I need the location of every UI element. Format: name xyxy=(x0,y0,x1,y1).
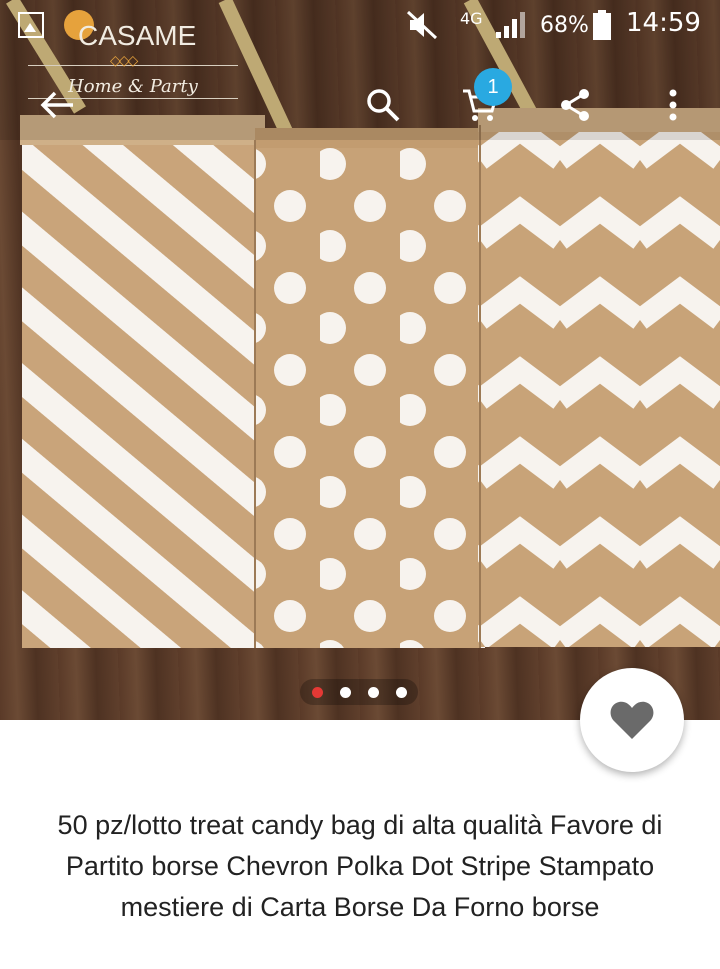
search-icon xyxy=(367,89,400,122)
pager-dot[interactable] xyxy=(312,687,323,698)
battery-percent: 68% xyxy=(540,13,589,38)
cart-count-badge: 1 xyxy=(474,68,512,106)
search-button[interactable] xyxy=(358,80,408,130)
heart-icon xyxy=(610,701,654,739)
share-button[interactable] xyxy=(550,80,600,130)
favorite-button[interactable] xyxy=(580,668,684,772)
logo-tagline: Home & Party xyxy=(68,76,198,97)
more-options-button[interactable] xyxy=(648,80,698,130)
image-pager[interactable] xyxy=(300,679,418,705)
back-arrow-icon xyxy=(40,91,73,119)
pager-dot[interactable] xyxy=(396,687,407,698)
pager-dot[interactable] xyxy=(368,687,379,698)
logo-ornament: ◇◇◇ xyxy=(110,52,138,68)
signal-icon xyxy=(496,12,525,38)
more-vert-icon xyxy=(669,89,677,121)
back-button[interactable] xyxy=(32,80,82,130)
clock: 14:59 xyxy=(626,8,701,38)
pager-dot[interactable] xyxy=(340,687,351,698)
gallery-icon xyxy=(18,12,44,38)
mute-icon xyxy=(406,10,438,40)
product-title: 50 pz/lotto treat candy bag di alta qual… xyxy=(57,810,663,922)
network-type: 4G xyxy=(460,9,483,28)
product-image[interactable]: 4G 68% 14:59 CASAME ◇◇◇ Home & Party 1 xyxy=(0,0,720,720)
share-icon xyxy=(561,89,589,121)
logo-name: CASAME xyxy=(78,20,197,51)
battery-icon xyxy=(593,10,611,40)
